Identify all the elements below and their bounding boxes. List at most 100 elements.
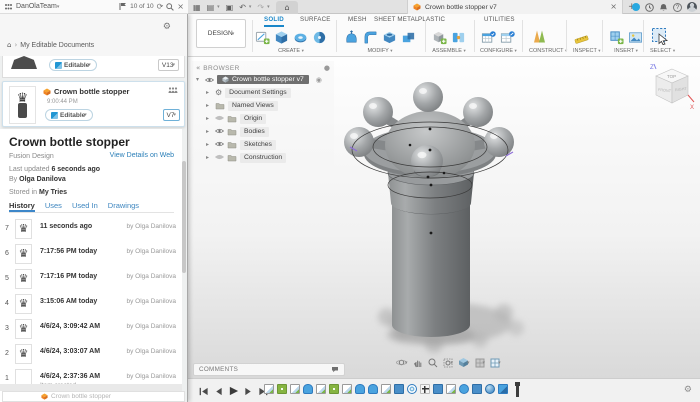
help-icon[interactable]: ? — [673, 3, 682, 12]
configuration-table-icon[interactable] — [480, 29, 497, 46]
dashboard-home-tab[interactable]: ⌂ — [276, 1, 298, 14]
visibility-eye-icon[interactable] — [215, 127, 224, 136]
group-label[interactable]: SELECT — [650, 48, 671, 54]
group-label[interactable]: CONFIGURE — [480, 48, 513, 54]
browser-filter-icon[interactable]: ● — [324, 64, 330, 72]
visibility-eye-icon[interactable] — [215, 114, 224, 123]
version-selector[interactable]: V7▾ — [163, 109, 180, 121]
ribbon-tab-plastic[interactable]: PLASTIC — [418, 14, 445, 25]
caret-right-icon[interactable]: ▸ — [206, 89, 212, 96]
node-label[interactable]: Named Views — [228, 101, 278, 111]
configure-theme-icon[interactable] — [499, 29, 516, 46]
node-label[interactable]: Bodies — [240, 127, 269, 137]
caret-right-icon[interactable]: ▸ — [206, 115, 212, 122]
collapse-panel-icon[interactable]: « — [196, 64, 200, 72]
timeline-feature-sweep-icon[interactable] — [459, 384, 469, 394]
extrude-icon[interactable] — [273, 29, 290, 46]
view-details-link[interactable]: View Details on Web — [110, 152, 174, 159]
shell-icon[interactable] — [381, 29, 398, 46]
timeline-feature-sphere-icon[interactable] — [485, 384, 495, 394]
caret-right-icon[interactable]: ▸ — [206, 102, 212, 109]
timeline-feature-revolve-icon[interactable] — [329, 384, 339, 394]
ribbon-tab-surface[interactable]: SURFACE — [300, 14, 331, 25]
ribbon-tab-utilities[interactable]: UTILITIES — [484, 14, 515, 25]
history-row[interactable]: 4♛3:15:06 AM todayby Olga Danilova — [0, 292, 182, 317]
search-icon[interactable] — [166, 3, 174, 11]
node-label[interactable]: Sketches — [240, 140, 276, 150]
timeline-feature-fillet-icon[interactable] — [303, 384, 313, 394]
step-forward-icon[interactable] — [244, 386, 253, 397]
timeline-feature-combine-icon[interactable] — [498, 384, 508, 394]
history-row[interactable]: 2♛4/6/24, 3:03:07 AMby Olga Danilova — [0, 342, 182, 367]
timeline-feature-pattern-icon[interactable] — [407, 384, 417, 394]
play-icon[interactable] — [228, 385, 239, 397]
history-row[interactable]: 5♛7:17:16 PM todayby Olga Danilova — [0, 267, 182, 292]
comment-bubble-icon[interactable] — [331, 366, 339, 373]
combine-icon[interactable] — [400, 29, 417, 46]
browser-node-origin[interactable]: ▸ Origin — [192, 112, 334, 125]
version-selector[interactable]: V13▾ — [158, 59, 179, 71]
timeline-feature-move-icon[interactable] — [420, 384, 430, 394]
group-label[interactable]: CREATE — [278, 48, 300, 54]
caret-right-icon[interactable]: ▸ — [206, 128, 212, 135]
timeline-feature-sketch-icon[interactable] — [381, 384, 391, 394]
tab-history[interactable]: History — [9, 200, 35, 212]
grid-settings-icon[interactable]: ▾ — [475, 358, 486, 368]
group-label[interactable]: INSPECT — [573, 48, 597, 54]
job-status-icon[interactable] — [632, 3, 640, 11]
fit-icon[interactable]: ▾ — [443, 358, 454, 368]
data-panel-scrollbar[interactable] — [182, 161, 186, 273]
view-cube[interactable]: Z TOP FRONT RIGHT X — [646, 63, 698, 117]
timeline-feature-sketch-icon[interactable] — [446, 384, 456, 394]
undo-icon[interactable]: ↶ — [239, 3, 246, 12]
editable-status-pill[interactable]: Editable▾ — [45, 109, 93, 121]
browser-node-sketches[interactable]: ▸ Sketches — [192, 138, 334, 151]
sweep-icon[interactable] — [292, 29, 309, 46]
workspace-selector[interactable]: DESIGN▾ — [196, 19, 246, 48]
step-back-icon[interactable] — [214, 386, 223, 397]
viewport-canvas[interactable]: « BROWSER ● ▾ Crown bottle stopper v7 ◉ … — [188, 57, 700, 378]
visibility-eye-icon[interactable] — [205, 77, 214, 83]
tab-drawings[interactable]: Drawings — [108, 200, 139, 212]
timeline-feature-sketch-icon[interactable] — [290, 384, 300, 394]
breadcrumb-label[interactable]: My Editable Documents — [20, 42, 94, 49]
history-clock-icon[interactable] — [645, 3, 654, 12]
create-sketch-icon[interactable] — [254, 29, 271, 46]
group-label[interactable]: MODIFY — [367, 48, 388, 54]
display-settings-icon[interactable]: ▾ — [458, 357, 470, 368]
browser-node-document-settings[interactable]: ▸ ⚙ Document Settings — [192, 86, 334, 99]
redo-icon[interactable]: ↷ — [257, 3, 264, 12]
caret-right-icon[interactable]: ▸ — [206, 141, 212, 148]
insert-mesh-icon[interactable] — [608, 29, 625, 46]
refresh-icon[interactable]: ⟳ — [157, 2, 164, 12]
visibility-eye-icon[interactable] — [215, 153, 224, 162]
measure-icon[interactable] — [573, 29, 590, 46]
close-tab-icon[interactable]: × — [610, 2, 617, 12]
close-panel-icon[interactable]: × — [177, 2, 184, 12]
tab-uses[interactable]: Uses — [45, 200, 62, 212]
user-avatar[interactable] — [687, 2, 697, 12]
history-row[interactable]: 3♛4/6/24, 3:09:42 AMby Olga Danilova — [0, 317, 182, 342]
node-label[interactable]: Construction — [240, 153, 286, 163]
node-label[interactable]: Document Settings — [225, 88, 290, 98]
timeline-feature-sketch-icon[interactable] — [316, 384, 326, 394]
document-list-item-selected[interactable]: ♛ Crown bottle stopper 9:00:44 PM Editab… — [2, 81, 185, 127]
job-status-flag-icon[interactable] — [119, 2, 127, 11]
timeline-feature-fillet-icon[interactable] — [368, 384, 378, 394]
settings-gear-icon[interactable]: ⚙ — [163, 22, 171, 32]
timeline-feature-extrude-icon[interactable] — [472, 384, 482, 394]
history-row[interactable]: 6♛7:17:56 PM todayby Olga Danilova — [0, 242, 182, 267]
save-icon[interactable]: ▣ — [226, 3, 234, 12]
chevron-down-icon[interactable]: ▾ — [249, 4, 252, 10]
browser-node-named-views[interactable]: ▸ Named Views — [192, 99, 334, 112]
timeline-settings-gear-icon[interactable]: ⚙ — [684, 385, 692, 395]
chevron-down-icon[interactable]: ▾ — [267, 4, 270, 10]
revolve-icon[interactable] — [311, 29, 328, 46]
chevron-down-icon[interactable]: ▾ — [217, 4, 220, 10]
new-component-icon[interactable] — [431, 29, 448, 46]
document-tab[interactable]: Crown bottle stopper v7 × — [407, 0, 623, 14]
timeline-playhead[interactable] — [516, 382, 519, 397]
group-label[interactable]: ASSEMBLE — [432, 48, 462, 54]
pan-icon[interactable] — [413, 358, 423, 368]
file-menu-icon[interactable]: ▤ — [207, 3, 215, 12]
